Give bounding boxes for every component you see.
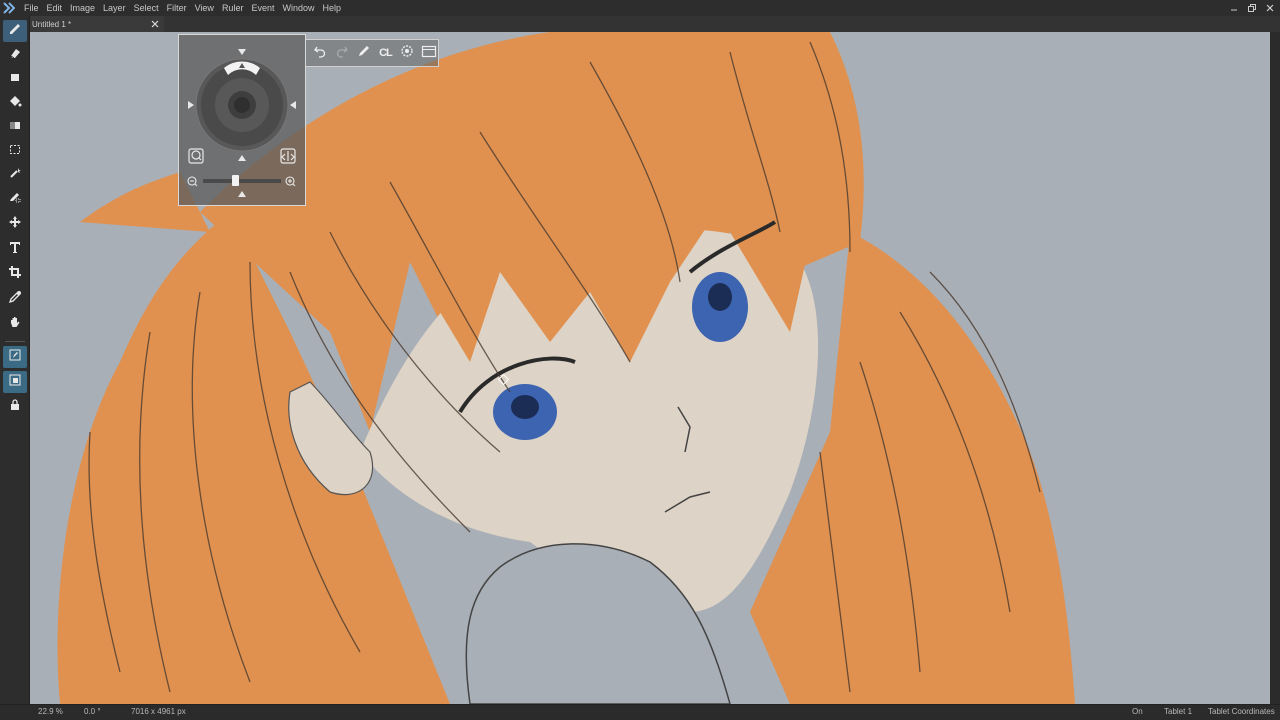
tool-palette xyxy=(0,16,30,704)
menu-filter[interactable]: Filter xyxy=(163,0,191,16)
window-icon xyxy=(421,44,437,63)
move-tool[interactable] xyxy=(3,213,27,235)
settings-button[interactable] xyxy=(398,44,416,62)
quick-toolbar: CL xyxy=(306,39,439,67)
nav-down-arrow-icon xyxy=(238,155,246,161)
rectangle-tool[interactable] xyxy=(3,68,27,90)
menu-file[interactable]: File xyxy=(20,0,43,16)
zoom-slider-track xyxy=(203,179,281,183)
cl-button[interactable]: CL xyxy=(376,44,394,62)
nav-left-arrow-icon xyxy=(188,101,194,109)
magic-wand-tool[interactable] xyxy=(3,164,27,186)
menu-ruler[interactable]: Ruler xyxy=(218,0,248,16)
canvas-size-readout: 7016 x 4961 px xyxy=(131,707,186,716)
lock-toggle[interactable] xyxy=(3,396,27,418)
layer-mode-toggle[interactable] xyxy=(3,371,27,393)
brush-select-icon xyxy=(8,190,22,209)
restore-icon[interactable] xyxy=(1246,2,1258,14)
text-icon xyxy=(8,240,22,259)
menu-layer[interactable]: Layer xyxy=(99,0,130,16)
magic-wand-icon xyxy=(8,166,22,185)
lock-icon xyxy=(8,398,22,417)
undo-button[interactable] xyxy=(311,44,329,62)
crop-tool[interactable] xyxy=(3,263,27,285)
app-logo-icon xyxy=(2,1,16,15)
pen-pressure-icon xyxy=(8,348,22,367)
minimize-icon[interactable] xyxy=(1228,2,1240,14)
flip-icon xyxy=(280,148,296,164)
eraser-icon xyxy=(8,46,22,65)
nav-right-arrow-icon xyxy=(290,101,296,109)
redo-icon xyxy=(335,44,349,63)
tablet-state: On xyxy=(1132,707,1143,716)
vertical-scrollbar[interactable] xyxy=(1270,32,1280,704)
menu-select[interactable]: Select xyxy=(130,0,163,16)
nav-up-arrow-icon xyxy=(238,49,246,55)
pen-pressure-toggle[interactable] xyxy=(3,346,27,368)
rect-select-tool[interactable] xyxy=(3,140,27,162)
rotation-dial[interactable] xyxy=(195,58,289,152)
move-icon xyxy=(8,215,22,234)
text-tool[interactable] xyxy=(3,238,27,260)
eyedropper-icon xyxy=(8,290,22,309)
zoom-slider-handle xyxy=(232,175,239,186)
undo-icon xyxy=(313,44,327,63)
navigator-widget[interactable] xyxy=(178,34,306,206)
zoom-slider-arrow-icon xyxy=(238,191,246,197)
menu-help[interactable]: Help xyxy=(318,0,345,16)
document-tab[interactable]: Untitled 1 * xyxy=(30,16,164,32)
tab-close-icon[interactable] xyxy=(150,18,160,30)
crop-icon xyxy=(8,265,22,284)
brush-tool[interactable] xyxy=(3,20,27,42)
document-tab-bar: Untitled 1 * xyxy=(30,16,1280,32)
menu-bar: File Edit Image Layer Select Filter View… xyxy=(0,0,1280,16)
zoom-readout: 22.9 % xyxy=(38,707,63,716)
hand-icon xyxy=(8,315,22,334)
document-tab-title: Untitled 1 * xyxy=(32,19,72,29)
zoom-out-icon xyxy=(187,176,198,187)
toolbar-divider xyxy=(5,341,25,342)
tablet-name: Tablet 1 xyxy=(1164,707,1193,716)
rotation-readout: 0.0 ° xyxy=(84,707,101,716)
pen-button[interactable] xyxy=(355,44,373,62)
menu-image[interactable]: Image xyxy=(66,0,99,16)
layer-mode-icon xyxy=(8,373,22,392)
rect-select-icon xyxy=(8,142,22,161)
hand-tool[interactable] xyxy=(3,313,27,335)
zoom-fit-icon xyxy=(188,148,204,164)
cl-label: CL xyxy=(379,47,393,59)
coordinate-mode: Tablet Coordinates xyxy=(1208,707,1275,716)
zoom-in-icon xyxy=(285,176,296,187)
fill-bucket-icon xyxy=(8,94,22,113)
brush-select-tool[interactable] xyxy=(3,188,27,210)
eyedropper-tool[interactable] xyxy=(3,288,27,310)
pen-icon xyxy=(357,44,371,63)
redo-button[interactable] xyxy=(333,44,351,62)
settings-icon xyxy=(400,44,414,63)
menu-window[interactable]: Window xyxy=(278,0,318,16)
window-button[interactable] xyxy=(420,44,438,62)
fill-tool[interactable] xyxy=(3,92,27,114)
gradient-icon xyxy=(8,118,22,137)
menu-edit[interactable]: Edit xyxy=(43,0,67,16)
eraser-tool[interactable] xyxy=(3,44,27,66)
status-bar: 22.9 % 0.0 ° 7016 x 4961 px On Tablet 1 … xyxy=(0,704,1280,720)
menu-event[interactable]: Event xyxy=(247,0,278,16)
brush-icon xyxy=(8,22,22,41)
close-icon[interactable] xyxy=(1264,2,1276,14)
window-controls xyxy=(1228,0,1276,16)
app-window: File Edit Image Layer Select Filter View… xyxy=(0,0,1280,720)
menu-view[interactable]: View xyxy=(191,0,218,16)
gradient-tool[interactable] xyxy=(3,116,27,138)
rectangle-icon xyxy=(8,70,22,89)
